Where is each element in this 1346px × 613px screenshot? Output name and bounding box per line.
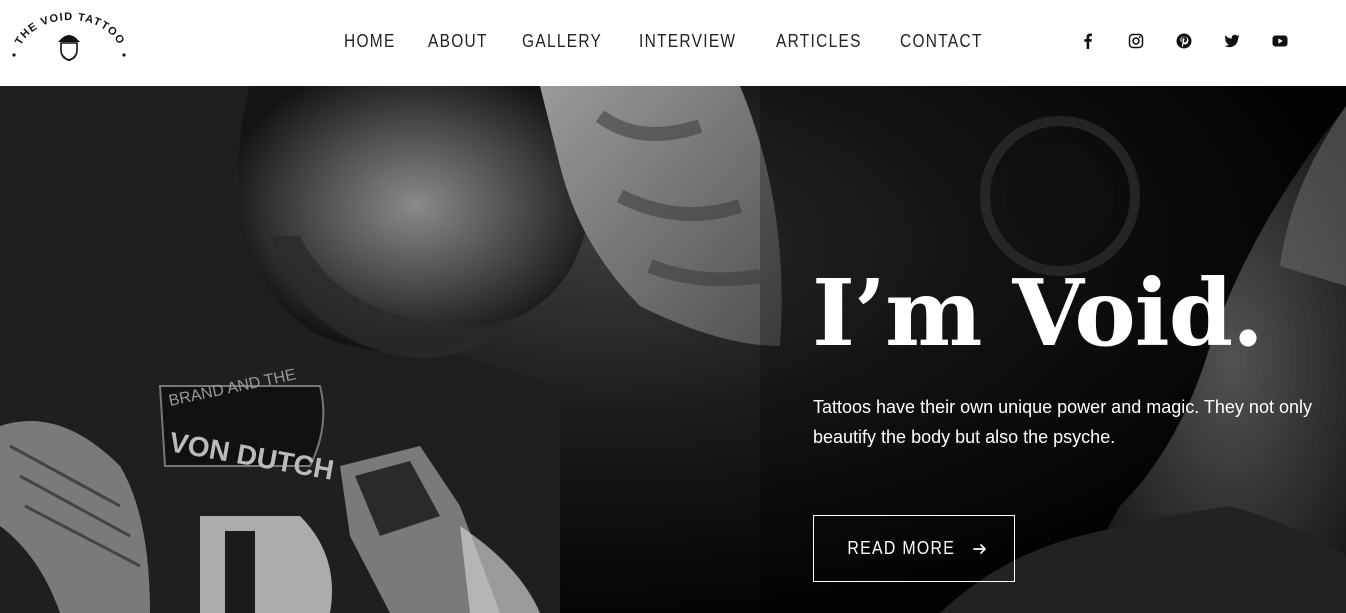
nav-interview[interactable]: INTERVIEW bbox=[639, 30, 736, 52]
nav-gallery[interactable]: GALLERY bbox=[522, 30, 602, 52]
pinterest-icon[interactable] bbox=[1172, 29, 1196, 53]
nav-about[interactable]: ABOUT bbox=[428, 30, 488, 52]
nav-articles[interactable]: ARTICLES bbox=[776, 30, 862, 52]
social-links bbox=[1076, 29, 1316, 53]
read-more-label: READ MORE bbox=[847, 538, 955, 558]
facebook-icon[interactable] bbox=[1076, 29, 1100, 53]
hero-description: Tattoos have their own unique power and … bbox=[813, 397, 1312, 447]
nav-home[interactable]: HOME bbox=[344, 30, 396, 52]
instagram-icon[interactable] bbox=[1124, 29, 1148, 53]
hero-title: I’m Void. bbox=[812, 259, 1264, 367]
logo-icon: THE VOID TATTOO bbox=[12, 12, 126, 61]
nav-contact[interactable]: CONTACT bbox=[900, 30, 983, 52]
logo[interactable]: THE VOID TATTOO bbox=[10, 12, 128, 74]
read-more-button[interactable]: READ MORE bbox=[813, 515, 1015, 582]
site-header: THE VOID TATTOO HOME ABOUT GALLERY INTER… bbox=[0, 0, 1346, 86]
youtube-icon[interactable] bbox=[1268, 29, 1292, 53]
arrow-right-icon bbox=[973, 543, 987, 554]
main-nav: HOME ABOUT GALLERY INTERVIEW ARTICLES CO… bbox=[344, 30, 1020, 52]
twitter-icon[interactable] bbox=[1220, 29, 1244, 53]
hero-section: BRAND AND THE VON DUTCH I’m Void. Tattoo… bbox=[0, 86, 1346, 613]
